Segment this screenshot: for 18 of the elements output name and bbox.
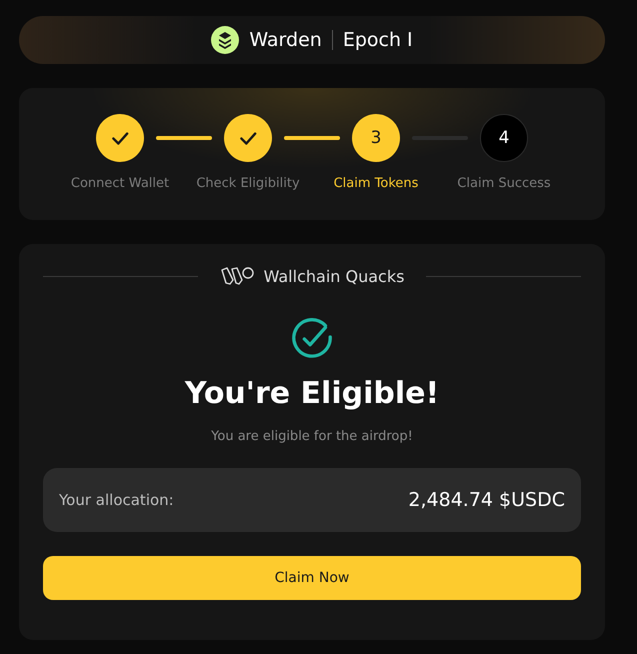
partner-name: Wallchain Quacks bbox=[264, 266, 404, 286]
claim-button[interactable]: Claim Now bbox=[43, 556, 581, 600]
step-label: Claim Success bbox=[457, 176, 551, 190]
eligible-title: You're Eligible! bbox=[184, 376, 440, 411]
step-number: 4 bbox=[498, 128, 510, 148]
allocation-label: Your allocation: bbox=[59, 491, 174, 509]
eligible-subtitle: You are eligible for the airdrop! bbox=[211, 429, 413, 444]
step-connector bbox=[284, 136, 340, 140]
brand-name: Warden bbox=[249, 29, 322, 51]
step-label: Check Eligibility bbox=[196, 176, 300, 190]
epoch-label: Epoch I bbox=[342, 29, 413, 51]
step-number: 3 bbox=[370, 128, 382, 148]
step-label: Connect Wallet bbox=[70, 176, 170, 190]
step-label: Claim Tokens bbox=[334, 176, 418, 190]
partner-logo-icon bbox=[220, 266, 256, 286]
step-connector bbox=[156, 136, 212, 140]
allocation-value: 2,484.74 $USDC bbox=[408, 489, 565, 511]
logo-icon bbox=[211, 26, 240, 54]
